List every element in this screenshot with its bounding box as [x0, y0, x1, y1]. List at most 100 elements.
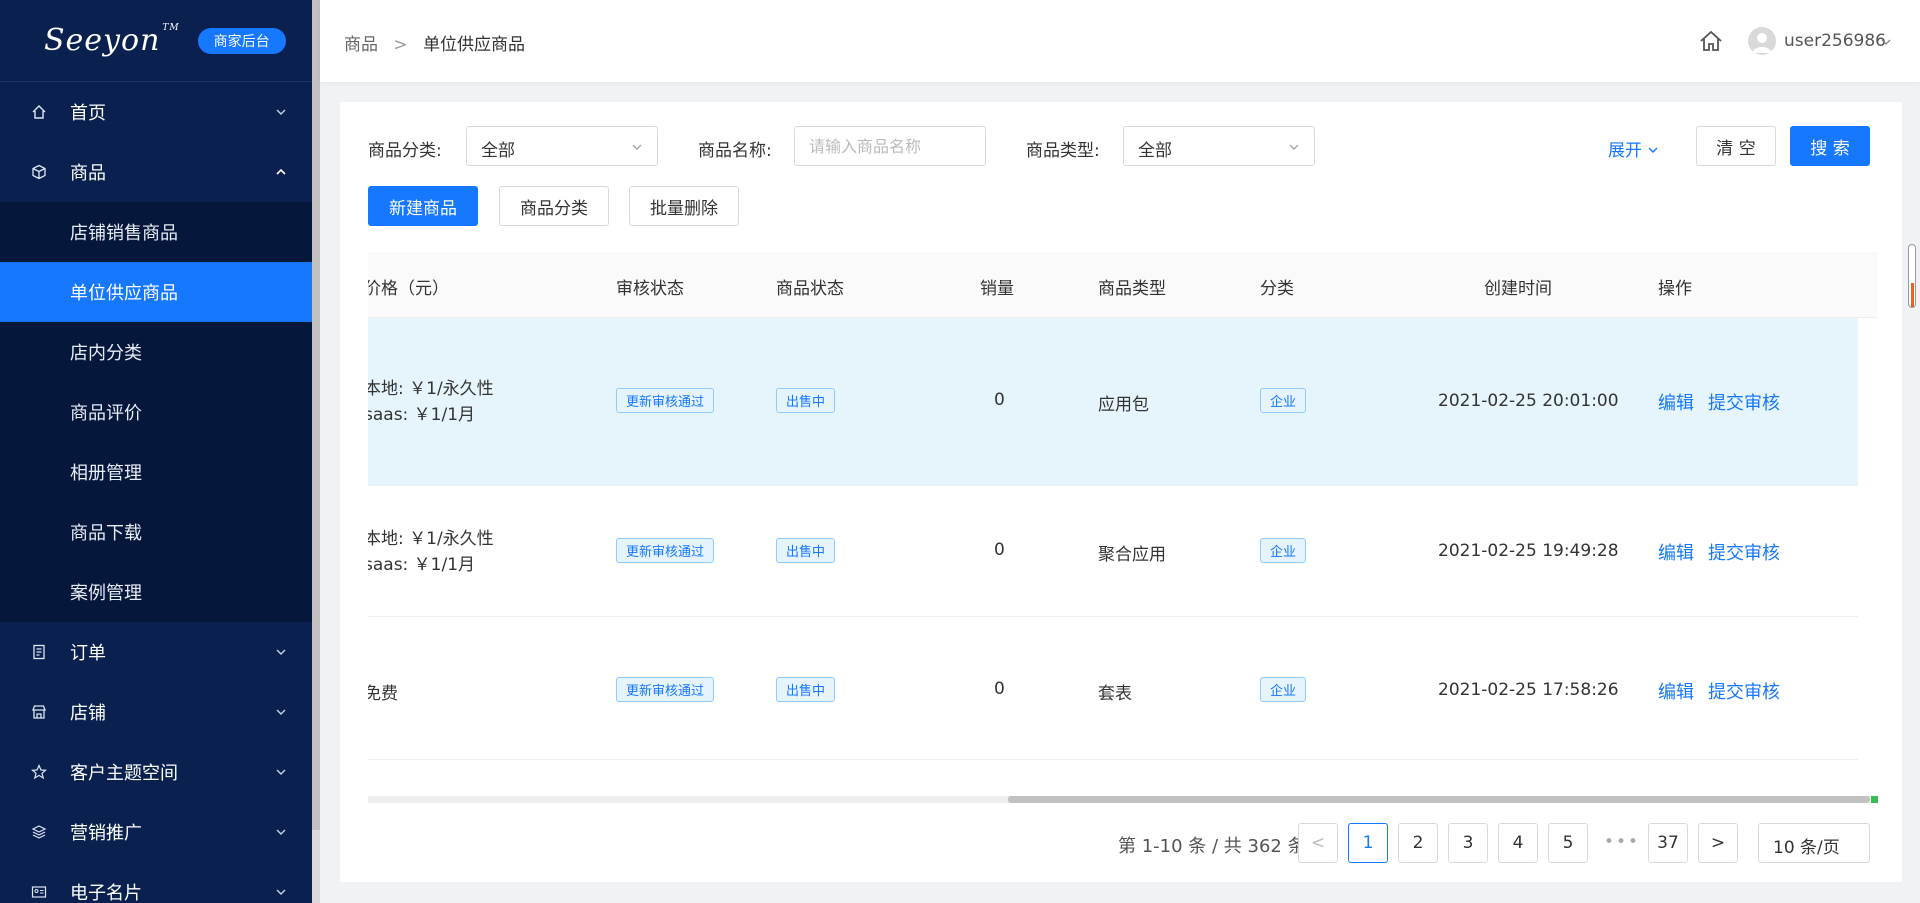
sidebar-subitem-reviews[interactable]: 商品评价: [0, 382, 312, 442]
page-scrollbar[interactable]: [1908, 244, 1916, 308]
sidebar-item-home[interactable]: 首页: [0, 82, 312, 142]
price-line: 本地: ￥1/永久性: [368, 529, 494, 549]
breadcrumb: 商品 > 单位供应商品: [344, 30, 525, 55]
product-status-badge: 出售中: [776, 677, 836, 702]
chevron-down-icon: [276, 769, 286, 775]
sidebar-subitem-download[interactable]: 商品下载: [0, 502, 312, 562]
column-header-sales: 销量: [980, 279, 1014, 299]
category-badge: 企业: [1260, 388, 1307, 413]
page-button-1[interactable]: 1: [1348, 823, 1388, 863]
price-cell: 本地: ￥1/永久性 saas: ￥1/1月: [368, 526, 494, 578]
breadcrumb-separator: >: [393, 35, 408, 55]
expand-toggle[interactable]: 展开: [1608, 136, 1659, 161]
column-header-type: 商品类型: [1098, 279, 1166, 299]
pagination-ellipsis[interactable]: •••: [1604, 832, 1640, 852]
column-header-created: 创建时间: [1484, 279, 1552, 299]
price-cell: 免费: [368, 684, 398, 704]
table-horizontal-scrollbar-thumb[interactable]: [1008, 796, 1870, 803]
table-row[interactable]: 免费 更新审核通过 出售中 0 套表 企业 2021-02-25 17:58:2…: [368, 617, 1858, 760]
page-button-4[interactable]: 4: [1498, 823, 1538, 863]
sidebar-item-shop[interactable]: 店铺: [0, 682, 312, 742]
sidebar-scrollbar-thumb[interactable]: [312, 0, 320, 830]
column-header-price: 价格（元）: [368, 279, 449, 299]
new-product-button[interactable]: 新建商品: [368, 186, 478, 226]
page-button-3[interactable]: 3: [1448, 823, 1488, 863]
home-icon[interactable]: [1698, 28, 1724, 54]
sidebar-subitem-cases[interactable]: 案例管理: [0, 562, 312, 622]
home-icon: [30, 103, 48, 121]
page-button-last[interactable]: 37: [1648, 823, 1688, 863]
clear-button[interactable]: 清 空: [1696, 126, 1776, 166]
product-table: 价格（元） 审核状态 商品状态 销量 商品类型 分类 创建时间 操作 本地: ￥…: [368, 252, 1878, 802]
avatar[interactable]: [1748, 27, 1776, 55]
table-row[interactable]: 本地: ￥1/永久性 saas: ￥1/1月 更新审核通过 出售中 0 聚合应用…: [368, 486, 1858, 617]
type-select[interactable]: 全部: [1123, 126, 1315, 166]
product-name-input[interactable]: [794, 126, 986, 166]
card-icon: [30, 883, 48, 901]
chevron-down-icon: [1289, 144, 1299, 150]
sidebar-subitem-album[interactable]: 相册管理: [0, 442, 312, 502]
category-badge: 企业: [1260, 677, 1307, 702]
price-line: saas: ￥1/1月: [368, 555, 476, 575]
page-button-5[interactable]: 5: [1548, 823, 1588, 863]
breadcrumb-item-goods[interactable]: 商品: [344, 35, 378, 55]
audit-status-badge: 更新审核通过: [616, 677, 715, 702]
chevron-down-icon: [1648, 147, 1658, 153]
sidebar-subitem-store-category[interactable]: 店内分类: [0, 322, 312, 382]
sidebar-item-label: 商品: [70, 163, 106, 184]
table-row[interactable]: 本地: ￥1/永久性 saas: ￥1/1月 更新审核通过 出售中 0 应用包 …: [368, 318, 1858, 486]
shop-icon: [30, 703, 48, 721]
table-horizontal-scrollbar[interactable]: [368, 796, 1878, 803]
chevron-down-icon: [276, 709, 286, 715]
audit-status-badge: 更新审核通过: [616, 538, 715, 563]
chevron-down-icon: [276, 829, 286, 835]
sidebar-scrollbar[interactable]: [312, 0, 320, 903]
edit-link[interactable]: 编辑: [1658, 678, 1694, 704]
page-button-2[interactable]: 2: [1398, 823, 1438, 863]
sidebar-subitem-store-sales[interactable]: 店铺销售商品: [0, 202, 312, 262]
logo-area: Seeyon TM 商家后台: [0, 0, 312, 82]
product-category-button[interactable]: 商品分类: [499, 186, 609, 226]
sales-cell: 0: [994, 540, 1005, 560]
submit-review-link[interactable]: 提交审核: [1708, 389, 1780, 415]
price-line: saas: ￥1/1月: [368, 405, 476, 425]
prev-page-button[interactable]: <: [1298, 823, 1338, 863]
goods-submenu: 店铺销售商品 单位供应商品 店内分类 商品评价 相册管理 商品下载 案例管理: [0, 202, 312, 622]
page-size-value: 10 条/页: [1773, 838, 1840, 858]
sidebar-item-label: 电子名片: [70, 883, 142, 903]
submit-review-link[interactable]: 提交审核: [1708, 539, 1780, 565]
search-button[interactable]: 搜 索: [1790, 126, 1870, 166]
category-select[interactable]: 全部: [466, 126, 658, 166]
sidebar: Seeyon TM 商家后台 首页 商品 店铺销售商品 单位供应商品 店内分类 商…: [0, 0, 312, 903]
batch-delete-button[interactable]: 批量删除: [629, 186, 739, 226]
pagination-total: 第 1-10 条 / 共 362 条: [1118, 836, 1306, 857]
order-icon: [30, 643, 48, 661]
sidebar-subitem-unit-supply[interactable]: 单位供应商品: [0, 262, 312, 322]
chevron-down-icon[interactable]: [1880, 36, 1892, 48]
name-filter-label: 商品名称:: [698, 141, 772, 161]
edit-link[interactable]: 编辑: [1658, 539, 1694, 565]
next-page-button[interactable]: >: [1698, 823, 1738, 863]
price-line: 本地: ￥1/永久性: [368, 379, 494, 399]
edit-link[interactable]: 编辑: [1658, 389, 1694, 415]
created-time-cell: 2021-02-25 19:49:28: [1438, 541, 1619, 561]
username[interactable]: user256986: [1784, 31, 1886, 51]
logo-text: Seeyon: [44, 23, 161, 58]
sales-cell: 0: [994, 390, 1005, 410]
main-card: 商品分类: 全部 商品名称: 商品类型: 全部 展开 清 空 搜 索 新建商品 …: [340, 102, 1902, 882]
sidebar-item-goods[interactable]: 商品: [0, 142, 312, 202]
chevron-down-icon: [276, 109, 286, 115]
page-size-select[interactable]: 10 条/页: [1758, 823, 1870, 863]
sidebar-item-label: 客户主题空间: [70, 763, 178, 784]
submit-review-link[interactable]: 提交审核: [1708, 678, 1780, 704]
product-status-badge: 出售中: [776, 538, 836, 563]
page-scrollbar-mark: [1911, 283, 1914, 307]
chevron-up-icon: [276, 168, 286, 175]
audit-status-badge: 更新审核通过: [616, 388, 715, 413]
sidebar-item-label: 订单: [70, 643, 106, 664]
sidebar-item-orders[interactable]: 订单: [0, 622, 312, 682]
sidebar-item-customer-space[interactable]: 客户主题空间: [0, 742, 312, 802]
sidebar-item-ecard[interactable]: 电子名片: [0, 862, 312, 903]
sidebar-item-marketing[interactable]: 营销推广: [0, 802, 312, 862]
type-cell: 聚合应用: [1098, 545, 1166, 565]
